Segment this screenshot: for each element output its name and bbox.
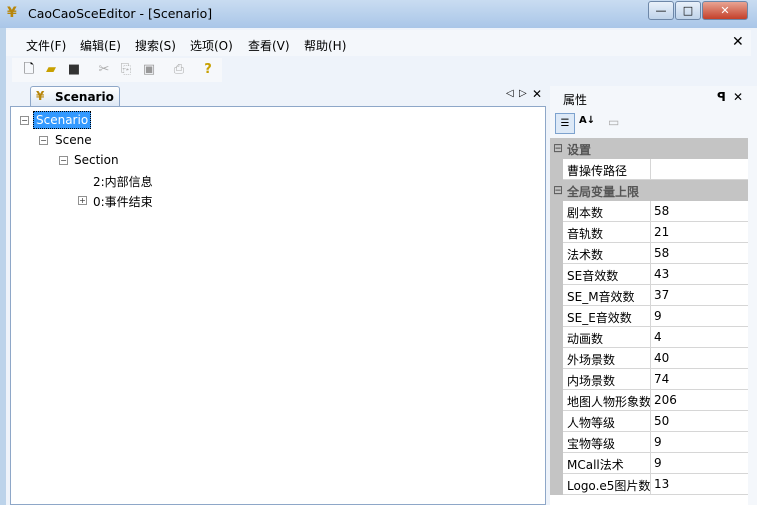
tree-node-item[interactable]: 2:内部信息 [93,173,153,190]
category-row[interactable]: ⊟ 设置 [550,138,748,159]
properties-panel: 属性 ꟼ ✕ ☰ A↓ ▭ ⊟ 设置 曹操传路径 ⊟ 全局变量上限 剧本数 58 音轨数… [550,86,757,505]
property-pages-icon[interactable]: ▭ [608,115,619,129]
properties-title: 属性 [563,93,588,107]
menu-search[interactable]: 搜索(S) [135,37,176,54]
property-row[interactable]: 法术数 58 [550,243,748,264]
close-tab-icon[interactable]: ✕ [532,87,542,101]
app-icon: ¥ [36,89,45,103]
tab-label: Scenario [55,90,114,104]
tree-node-item[interactable]: 0:事件结束 [93,193,153,210]
menu-help[interactable]: 帮助(H) [304,37,346,54]
property-grid: ⊟ 设置 曹操传路径 ⊟ 全局变量上限 剧本数 58 音轨数 21 法术数 58 SE音效数 43… [550,138,748,505]
maximize-button[interactable]: □ [675,1,701,20]
title-bar: ¥ CaoCaoSceEditor - [Scenario] — □ ✕ [0,0,757,28]
property-row[interactable]: SE_E音效数 9 [550,306,748,327]
scroll-left-icon[interactable]: ◁ [506,88,514,99]
property-row[interactable]: MCall法术 9 [550,453,748,474]
tree-node-scenario[interactable]: Scenario [33,111,92,129]
property-row[interactable]: 曹操传路径 [550,159,748,180]
collapse-icon[interactable]: − [20,116,29,125]
menu-bar: 文件(F) 编辑(E) 搜索(S) 选项(O) 查看(V) 帮助(H) ✕ [6,30,751,56]
copy-icon[interactable]: ⎘ [118,62,134,78]
menu-view[interactable]: 查看(V) [248,37,290,54]
pin-icon[interactable]: ꟼ [717,90,726,104]
cut-icon[interactable]: ✂ [96,62,112,78]
expand-icon[interactable]: + [78,196,87,205]
document-tab-strip: ¥ Scenario ◁ ▷ ✕ [10,86,546,107]
scroll-right-icon[interactable]: ▷ [519,88,527,99]
property-row[interactable]: Logo.e5图片数 13 [550,474,748,495]
mdi-close-icon[interactable]: ✕ [732,34,744,50]
categorized-icon[interactable]: ☰ [555,113,575,134]
property-row[interactable]: SE_M音效数 37 [550,285,748,306]
close-panel-icon[interactable]: ✕ [733,90,743,104]
open-folder-icon[interactable]: ▰ [43,62,59,78]
property-row[interactable]: 剧本数 58 [550,201,748,222]
menu-edit[interactable]: 编辑(E) [80,37,121,54]
property-row[interactable]: 人物等级 50 [550,411,748,432]
property-row[interactable]: 内场景数 74 [550,369,748,390]
close-button[interactable]: ✕ [702,1,748,20]
minimize-button[interactable]: — [648,1,674,20]
save-icon[interactable]: ■ [66,62,82,78]
tab-scenario[interactable]: ¥ Scenario [30,86,120,107]
collapse-icon[interactable]: − [39,136,48,145]
collapse-icon[interactable]: − [59,156,68,165]
print-icon[interactable]: ⎙ [171,62,187,78]
menu-file[interactable]: 文件(F) [26,37,66,54]
toolbar: 🗋 ▰ ■ ✂ ⎘ ▣ ⎙ ? [12,58,222,82]
category-row[interactable]: ⊟ 全局变量上限 [550,180,748,201]
scenario-tree: − Scenario − Scene − Section 2:内部信息 + 0:… [10,106,546,505]
paste-icon[interactable]: ▣ [141,62,157,78]
tree-node-scene[interactable]: Scene [55,133,92,147]
property-row[interactable]: 音轨数 21 [550,222,748,243]
tree-node-section[interactable]: Section [74,153,119,167]
new-file-icon[interactable]: 🗋 [21,62,37,78]
sort-alpha-icon[interactable]: A↓ [579,115,595,126]
menu-options[interactable]: 选项(O) [190,37,233,54]
help-icon[interactable]: ? [200,62,216,78]
app-icon: ¥ [7,5,17,21]
property-row[interactable]: 宝物等级 9 [550,432,748,453]
property-row[interactable]: SE音效数 43 [550,264,748,285]
property-row[interactable]: 外场景数 40 [550,348,748,369]
window-title: CaoCaoSceEditor - [Scenario] [28,6,213,21]
property-row[interactable]: 动画数 4 [550,327,748,348]
property-row[interactable]: 地图人物形象数 206 [550,390,748,411]
